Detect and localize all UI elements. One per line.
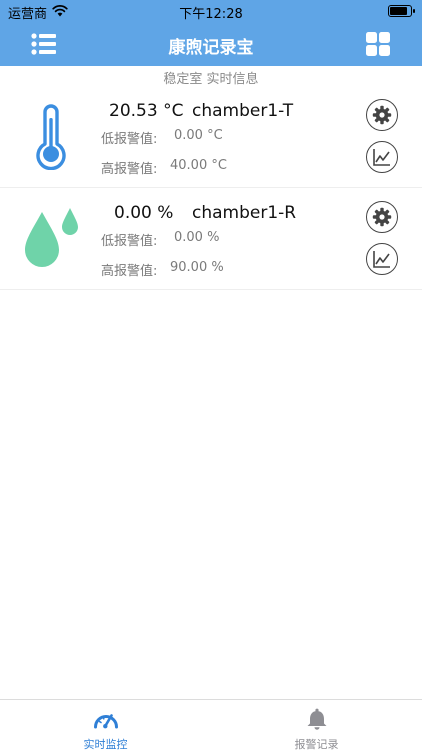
sensor-name: chamber1-T [192,101,294,121]
room-subtitle: 稳定室 实时信息 [163,72,259,87]
grid-icon[interactable] [364,30,392,58]
chart-button[interactable] [366,243,398,275]
sensor-card-humidity[interactable]: 0.00 % chamber1-R 低报警值: 0.00 % 高报警值: 90.… [0,190,422,290]
tab-bar: 实时监控 报警记录 [0,699,422,750]
chart-button[interactable] [366,141,398,173]
status-bar: 运营商 下午12:28 [0,0,422,22]
low-alarm-value: 0.00 °C [174,128,223,143]
gear-icon [372,207,392,227]
settings-button[interactable] [366,201,398,233]
battery-icon [388,5,415,17]
high-alarm-value: 40.00 °C [170,158,227,173]
sensor-value: 0.00 % [114,203,174,223]
settings-button[interactable] [366,99,398,131]
tab-realtime-monitor[interactable]: 实时监控 [0,700,211,750]
navigation-bar: 康煦记录宝 [0,22,422,66]
gear-icon [372,105,392,125]
tab-alarm-records[interactable]: 报警记录 [211,700,422,750]
sensor-value: 20.53 °C [109,101,184,121]
gauge-icon [94,714,118,729]
bell-icon [307,708,327,730]
low-alarm-label: 低报警值: [101,234,158,249]
page-title: 康煦记录宝 [168,38,254,58]
line-chart-icon [373,149,390,166]
high-alarm-value: 90.00 % [170,260,224,275]
sensor-card-temperature[interactable]: 20.53 °C chamber1-T 低报警值: 0.00 °C 高报警值: … [0,88,422,188]
low-alarm-value: 0.00 % [174,230,220,245]
tab-label: 报警记录 [294,738,339,750]
high-alarm-label: 高报警值: [101,264,158,279]
sensor-name: chamber1-R [192,203,297,223]
thermometer-icon [36,104,66,170]
tab-label: 实时监控 [83,738,128,750]
low-alarm-label: 低报警值: [101,132,158,147]
line-chart-icon [373,251,390,268]
humidity-drops-icon [25,208,78,267]
status-time: 下午12:28 [179,7,243,22]
high-alarm-label: 高报警值: [101,162,158,177]
